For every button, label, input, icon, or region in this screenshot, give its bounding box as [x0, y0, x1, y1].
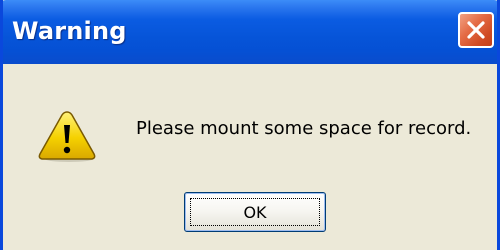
close-icon	[467, 21, 485, 39]
focus-rectangle: OK	[190, 198, 320, 226]
warning-dialog: Warning Please mount some space for reco…	[0, 0, 500, 250]
close-button[interactable]	[458, 12, 494, 48]
warning-message: Please mount some space for record.	[136, 118, 472, 139]
title-bar[interactable]: Warning	[3, 0, 497, 64]
dialog-body: Please mount some space for record. OK	[3, 64, 497, 250]
dialog-title: Warning	[12, 17, 127, 45]
warning-icon	[38, 111, 96, 162]
ok-button[interactable]: OK	[184, 192, 326, 232]
ok-button-label: OK	[243, 202, 267, 222]
